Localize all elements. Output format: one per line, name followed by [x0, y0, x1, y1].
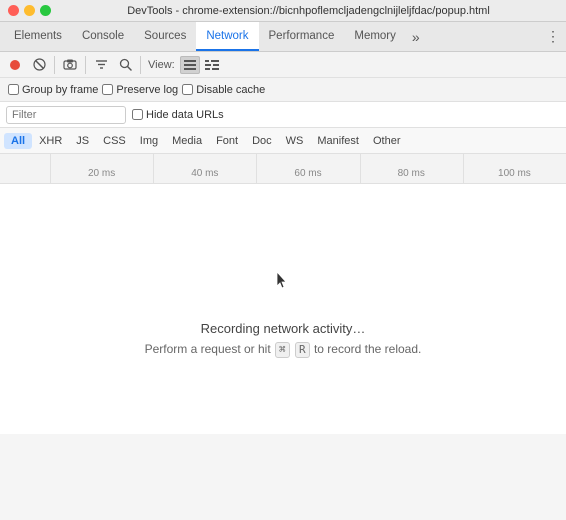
timeline-line-5 — [463, 154, 566, 183]
type-filter-ws[interactable]: WS — [279, 133, 311, 149]
filter-input[interactable] — [6, 106, 126, 124]
minimize-button[interactable] — [24, 5, 35, 16]
cursor-icon — [276, 271, 290, 291]
separator2 — [85, 56, 86, 74]
timeline-line-4 — [360, 154, 463, 183]
clear-button[interactable] — [28, 54, 50, 76]
preserve-log-label[interactable]: Preserve log — [102, 84, 178, 96]
window-title: DevTools - chrome-extension://bicnhpofle… — [59, 5, 558, 17]
type-filter-bar: All XHR JS CSS Img Media Font Doc WS Man… — [0, 128, 566, 154]
toolbar-row1: View: — [0, 52, 566, 78]
preserve-log-checkbox[interactable] — [102, 84, 113, 95]
type-filter-font[interactable]: Font — [209, 133, 245, 149]
tab-bar: Elements Console Sources Network Perform… — [0, 22, 566, 52]
search-button[interactable] — [114, 54, 136, 76]
record-button[interactable] — [4, 54, 26, 76]
type-filter-all[interactable]: All — [4, 133, 32, 149]
separator1 — [54, 56, 55, 74]
view-waterfall-button[interactable] — [202, 56, 222, 74]
devtools-menu-button[interactable]: ⋮ — [540, 22, 566, 51]
view-list-button[interactable] — [180, 56, 200, 74]
disable-cache-label[interactable]: Disable cache — [182, 84, 265, 96]
type-filter-media[interactable]: Media — [165, 133, 209, 149]
type-filter-manifest[interactable]: Manifest — [310, 133, 366, 149]
timeline-header: 20 ms 40 ms 60 ms 80 ms 100 ms — [0, 154, 566, 184]
type-filter-img[interactable]: Img — [133, 133, 165, 149]
type-filter-xhr[interactable]: XHR — [32, 133, 69, 149]
tab-sources[interactable]: Sources — [134, 22, 196, 51]
tab-performance[interactable]: Performance — [259, 22, 345, 51]
disable-cache-checkbox[interactable] — [182, 84, 193, 95]
tab-memory[interactable]: Memory — [344, 22, 406, 51]
titlebar: DevTools - chrome-extension://bicnhpofle… — [0, 0, 566, 22]
type-filter-js[interactable]: JS — [69, 133, 96, 149]
toolbar-row2: Group by frame Preserve log Disable cach… — [0, 78, 566, 102]
tab-console[interactable]: Console — [72, 22, 134, 51]
type-filter-css[interactable]: CSS — [96, 133, 133, 149]
more-tabs-button[interactable]: » — [406, 22, 426, 51]
tab-network[interactable]: Network — [196, 22, 258, 51]
group-by-frame-checkbox[interactable] — [8, 84, 19, 95]
tab-elements[interactable]: Elements — [4, 22, 72, 51]
filter-bar: Hide data URLs — [0, 102, 566, 128]
view-label: View: — [148, 59, 175, 71]
timeline-line-3 — [256, 154, 359, 183]
r-key: R — [295, 342, 310, 358]
timeline-line-1 — [50, 154, 153, 183]
cmd-key: ⌘ — [275, 342, 290, 358]
filter-button[interactable] — [90, 54, 112, 76]
main-content: Recording network activity… Perform a re… — [0, 184, 566, 434]
hide-data-urls-checkbox[interactable] — [132, 109, 143, 120]
camera-button[interactable] — [59, 54, 81, 76]
separator3 — [140, 56, 141, 74]
close-button[interactable] — [8, 5, 19, 16]
group-by-frame-label[interactable]: Group by frame — [8, 84, 98, 96]
hide-data-urls-label[interactable]: Hide data URLs — [132, 109, 224, 121]
maximize-button[interactable] — [40, 5, 51, 16]
timeline-line-2 — [153, 154, 256, 183]
recording-message: Recording network activity… — [201, 321, 366, 336]
window-controls — [8, 5, 51, 16]
type-filter-doc[interactable]: Doc — [245, 133, 279, 149]
type-filter-other[interactable]: Other — [366, 133, 408, 149]
hint-message: Perform a request or hit ⌘ R to record t… — [145, 342, 422, 358]
